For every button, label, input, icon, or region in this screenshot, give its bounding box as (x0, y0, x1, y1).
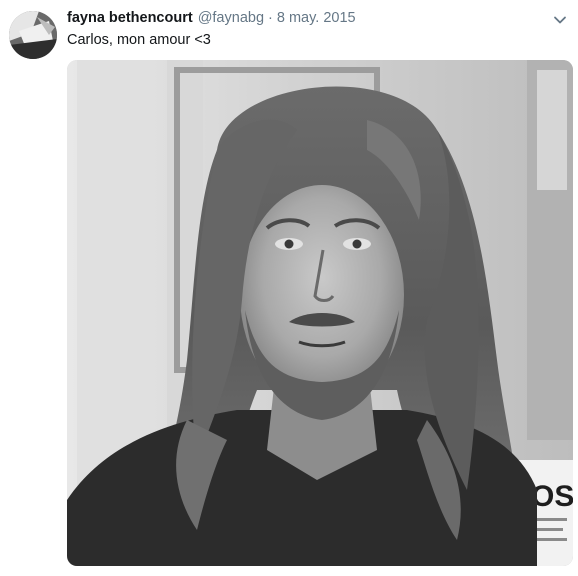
display-name[interactable]: fayna bethencourt (67, 10, 193, 26)
avatar[interactable] (9, 11, 57, 59)
portrait-photo: SOS (67, 60, 573, 566)
tweet-header: fayna bethencourt @faynabg · 8 may. 2015 (67, 10, 356, 30)
tweet-text: Carlos, mon amour <3 (67, 32, 211, 48)
avatar-image (9, 11, 57, 59)
tweet-timestamp[interactable]: 8 may. 2015 (277, 10, 356, 26)
chevron-down-icon[interactable] (552, 12, 568, 28)
tweet-photo[interactable]: SOS (67, 60, 573, 566)
user-handle[interactable]: @faynabg (198, 10, 264, 26)
header-separator: · (268, 10, 273, 26)
tweet-card[interactable]: fayna bethencourt @faynabg · 8 may. 2015… (0, 0, 578, 576)
